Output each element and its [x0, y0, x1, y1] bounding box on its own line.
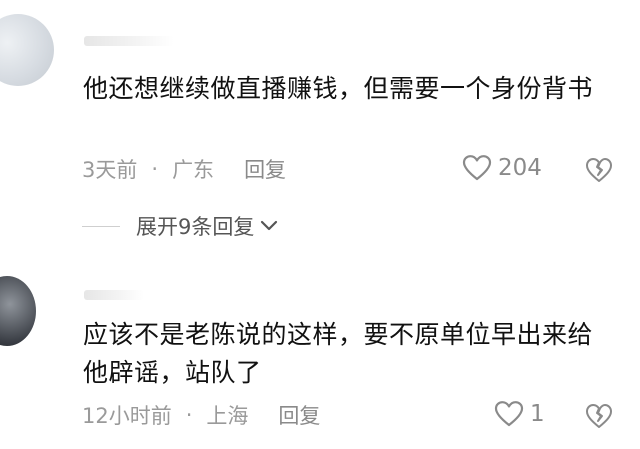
comment-item: 他还想继续做直播赚钱，但需要一个身份背书 3天前 · 广东 回复 204 展开9… [0, 0, 640, 250]
reply-button[interactable]: 回复 [278, 400, 320, 430]
like-button[interactable]: 1 [494, 400, 545, 428]
meta-separator: · [185, 403, 193, 427]
chevron-down-icon [261, 220, 278, 231]
expand-replies-button[interactable]: 展开9条回复 [82, 211, 278, 241]
expand-replies-label: 展开9条回复 [136, 215, 255, 239]
comment-text: 他还想继续做直播赚钱，但需要一个身份背书 [83, 74, 594, 103]
like-button[interactable]: 204 [462, 154, 542, 182]
reply-button[interactable]: 回复 [244, 154, 286, 184]
like-count: 204 [498, 155, 542, 181]
avatar[interactable] [0, 276, 36, 346]
comment-meta: 12小时前 · 上海 回复 [82, 400, 320, 430]
comment-location: 上海 [206, 404, 249, 428]
username-blurred[interactable] [84, 36, 174, 46]
comment-time: 12小时前 [82, 404, 172, 428]
broken-heart-icon[interactable] [585, 156, 613, 184]
comment-meta: 3天前 · 广东 回复 [82, 154, 286, 184]
comment-text: 应该不是老陈说的这样，要不原单位早出来给他辟谣，站队了 [83, 320, 594, 387]
comment-item: 应该不是老陈说的这样，要不原单位早出来给他辟谣，站队了 12小时前 · 上海 回… [0, 262, 640, 449]
like-count: 1 [530, 401, 545, 427]
heart-outline-icon [494, 401, 524, 427]
heart-outline-icon [462, 155, 492, 181]
meta-separator: · [151, 157, 159, 181]
broken-heart-icon[interactable] [585, 402, 613, 430]
divider-line [82, 225, 120, 227]
comment-location: 广东 [172, 158, 215, 182]
username-blurred[interactable] [84, 290, 144, 300]
comment-time: 3天前 [82, 158, 138, 182]
avatar[interactable] [0, 14, 54, 86]
